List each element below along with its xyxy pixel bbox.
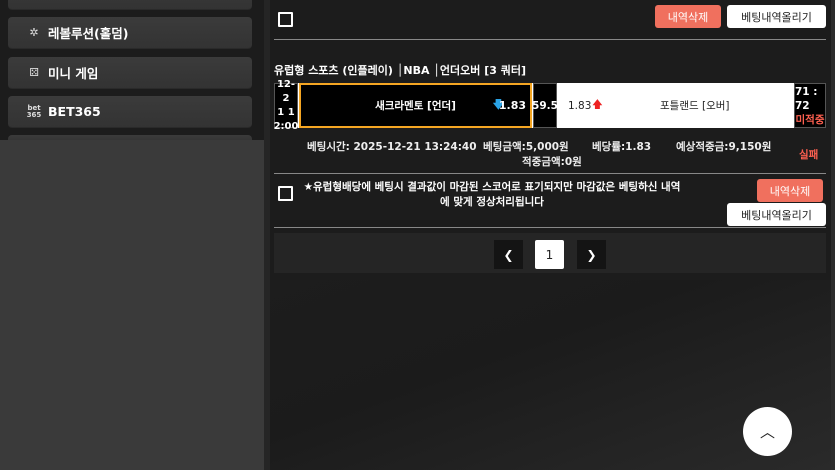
bet-time: 베팅시간: 2025-12-21 13:24:40 [307, 141, 477, 153]
sidebar-item-label: 레볼루션(홀덤) [48, 26, 129, 41]
sidebar-item-label: BET365 [48, 104, 101, 119]
sidebar-item-label: 미니 게임 [48, 66, 99, 81]
sidebar-item-revolution-holdem[interactable]: ✲ 레볼루션(홀덤) [8, 17, 252, 49]
bet-title: 유럽형 스포츠 (인플레이) │NBA │언더오버 [3 쿼터] [274, 64, 527, 77]
match-status: 미적중 [795, 113, 825, 126]
score: 71 : 72 [795, 85, 818, 112]
sidebar-menu: ✲ 레볼루션(홀덤) ⚄ 미니 게임 bet 365 BET365 [0, 0, 268, 143]
home-team-name: 새크라멘토 [언더] [375, 100, 456, 112]
bet-amount: 베팅금액:5,000원 [483, 141, 569, 153]
notice-text: ★유럽형배당에 베팅시 결과값이 마감된 스코어로 표기되지만 마감값은 베팅하… [303, 181, 681, 208]
upload-history-button-top[interactable]: 베팅내역올리기 [727, 5, 826, 28]
sidebar-item-previous[interactable] [8, 0, 252, 10]
expected-win: 예상적중금:9,150원 [676, 141, 772, 153]
prev-page-button[interactable]: ❮ [494, 240, 523, 269]
bet365-logo-icon: bet 365 [26, 103, 42, 119]
chevron-right-icon: ❯ [586, 247, 597, 262]
result-status: 실패 [799, 149, 819, 161]
next-page-button[interactable]: ❯ [577, 240, 606, 269]
chip-icon: ✲ [29, 26, 39, 39]
away-selection: 1.83 🡅 포틀랜드 [오버] [557, 83, 794, 128]
bet-date-line: 1 1 [277, 106, 295, 118]
divider [274, 173, 826, 174]
score-cell: 71 : 72 미적중 [794, 83, 826, 128]
divider [274, 39, 826, 40]
bet-date-line: 2:00 [273, 120, 299, 132]
bet-odds: 베당률:1.83 [592, 141, 652, 153]
chevron-up-icon: ︿ [759, 423, 775, 441]
select-checkbox-top[interactable] [278, 12, 293, 27]
home-selection: 새크라멘토 [언더] 🡇 1.83 [299, 83, 532, 128]
sidebar: ✲ 레볼루션(홀덤) ⚄ 미니 게임 bet 365 BET365 [0, 0, 270, 470]
away-team-name: 포틀랜드 [오버] [660, 100, 730, 112]
delete-history-button[interactable]: 내역삭제 [757, 179, 823, 202]
scrollbar-track[interactable] [831, 0, 835, 470]
upload-history-button[interactable]: 베팅내역올리기 [727, 203, 826, 226]
dice-icon: ⚄ [29, 66, 39, 79]
pagination: ❮ 1 ❯ [274, 233, 826, 273]
home-odds: 1.83 [498, 99, 526, 112]
handicap-value: 59.5 [532, 83, 558, 128]
win-amount: 적중금액:0원 [522, 156, 582, 168]
bet-row: 12-2 1 1 2:00 새크라멘토 [언더] 🡇 1.83 59.5 1.8… [274, 79, 826, 132]
sidebar-background [0, 140, 268, 470]
scroll-to-top-button[interactable]: ︿ [743, 407, 792, 456]
away-odds: 1.83 [568, 99, 592, 112]
bet-date-line: 12-2 [276, 78, 296, 104]
sidebar-item-bet365[interactable]: bet 365 BET365 [8, 96, 252, 128]
arrow-up-icon: 🡅 [592, 98, 603, 111]
sidebar-item-mini-game[interactable]: ⚄ 미니 게임 [8, 57, 252, 89]
page-button-current[interactable]: 1 [535, 240, 564, 269]
bet-date: 12-2 1 1 2:00 [274, 79, 299, 132]
delete-history-button-top[interactable]: 내역삭제 [655, 5, 721, 28]
select-checkbox-bottom[interactable] [278, 186, 293, 201]
divider [274, 227, 826, 228]
chevron-left-icon: ❮ [503, 247, 514, 262]
